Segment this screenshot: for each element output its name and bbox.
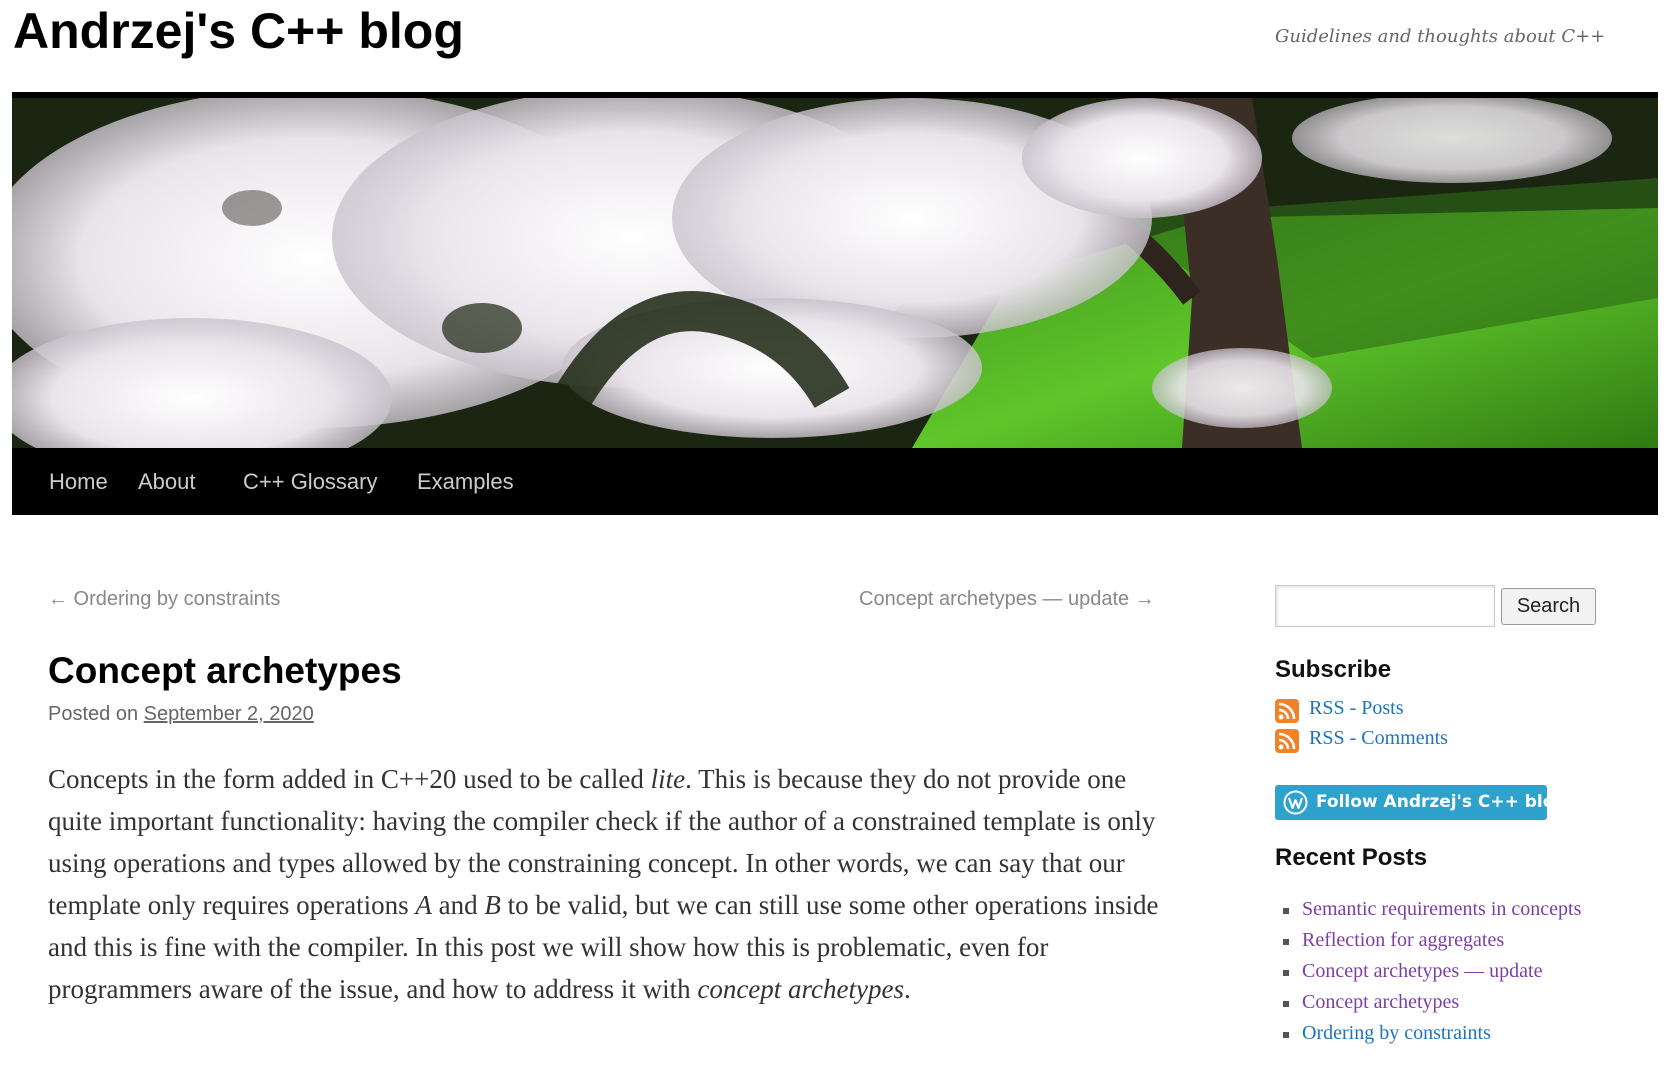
recent-posts-list: Semantic requirements in concepts Reflec… — [1275, 894, 1581, 1049]
list-item: Concept archetypes — [1275, 987, 1581, 1018]
recent-post-link[interactable]: Ordering by constraints — [1302, 1022, 1491, 1044]
header-image — [12, 92, 1658, 448]
post-text: and — [431, 890, 485, 920]
post-body-paragraph: Concepts in the form added in C++20 used… — [48, 758, 1178, 1010]
nav-item-about[interactable]: About — [138, 448, 196, 515]
follow-blog-label: Follow Andrzej's C++ blog — [1316, 792, 1567, 812]
list-item: Reflection for aggregates — [1275, 925, 1581, 956]
subscribe-heading: Subscribe — [1275, 656, 1392, 683]
bullet-icon — [1283, 1032, 1289, 1038]
post-title: Concept archetypes — [48, 650, 402, 691]
recent-post-link[interactable]: Semantic requirements in concepts — [1302, 898, 1581, 920]
recent-post-link[interactable]: Reflection for aggregates — [1302, 929, 1504, 951]
recent-post-link[interactable]: Concept archetypes — update — [1302, 960, 1542, 982]
post-emphasis: lite — [650, 764, 686, 794]
follow-blog-button[interactable]: Follow Andrzej's C++ blog — [1275, 785, 1567, 820]
rss-icon — [1275, 729, 1299, 753]
site-title[interactable]: Andrzej's C++ blog — [13, 0, 464, 62]
post-text: Concepts in the form added in C++20 used… — [48, 764, 651, 794]
main-navigation: Home About C++ Glossary Examples — [12, 448, 1658, 515]
nav-item-cpp-glossary[interactable]: C++ Glossary — [243, 448, 378, 515]
bullet-icon — [1283, 970, 1289, 976]
next-post-link[interactable]: Concept archetypes — update → — [859, 588, 1155, 611]
search-button[interactable]: Search — [1501, 588, 1596, 625]
post-emphasis: B — [484, 890, 501, 920]
post-meta: Posted on September 2, 2020 — [48, 703, 314, 726]
nav-item-home[interactable]: Home — [49, 448, 108, 515]
rss-icon — [1275, 699, 1299, 723]
post-emphasis: concept archetypes — [697, 974, 904, 1004]
recent-post-link[interactable]: Concept archetypes — [1302, 991, 1459, 1013]
post-date-link[interactable]: September 2, 2020 — [144, 703, 314, 725]
list-item: Semantic requirements in concepts — [1275, 894, 1581, 925]
previous-post-link[interactable]: ← Ordering by constraints — [48, 588, 280, 611]
nav-item-examples[interactable]: Examples — [417, 448, 514, 515]
post-text: . — [904, 974, 911, 1004]
bullet-icon — [1283, 939, 1289, 945]
post-emphasis: A — [415, 890, 432, 920]
wordpress-icon — [1283, 790, 1308, 815]
recent-posts-heading: Recent Posts — [1275, 844, 1428, 871]
bullet-icon — [1283, 908, 1289, 914]
list-item: Concept archetypes — update — [1275, 956, 1581, 987]
list-item: Ordering by constraints — [1275, 1018, 1581, 1049]
search-input[interactable] — [1275, 585, 1495, 627]
rss-comments-link[interactable]: RSS - Comments — [1309, 727, 1448, 750]
posted-on-label: Posted on — [48, 703, 139, 725]
bullet-icon — [1283, 1001, 1289, 1007]
site-description: Guidelines and thoughts about C++ — [1275, 26, 1606, 47]
rss-posts-link[interactable]: RSS - Posts — [1309, 697, 1404, 720]
